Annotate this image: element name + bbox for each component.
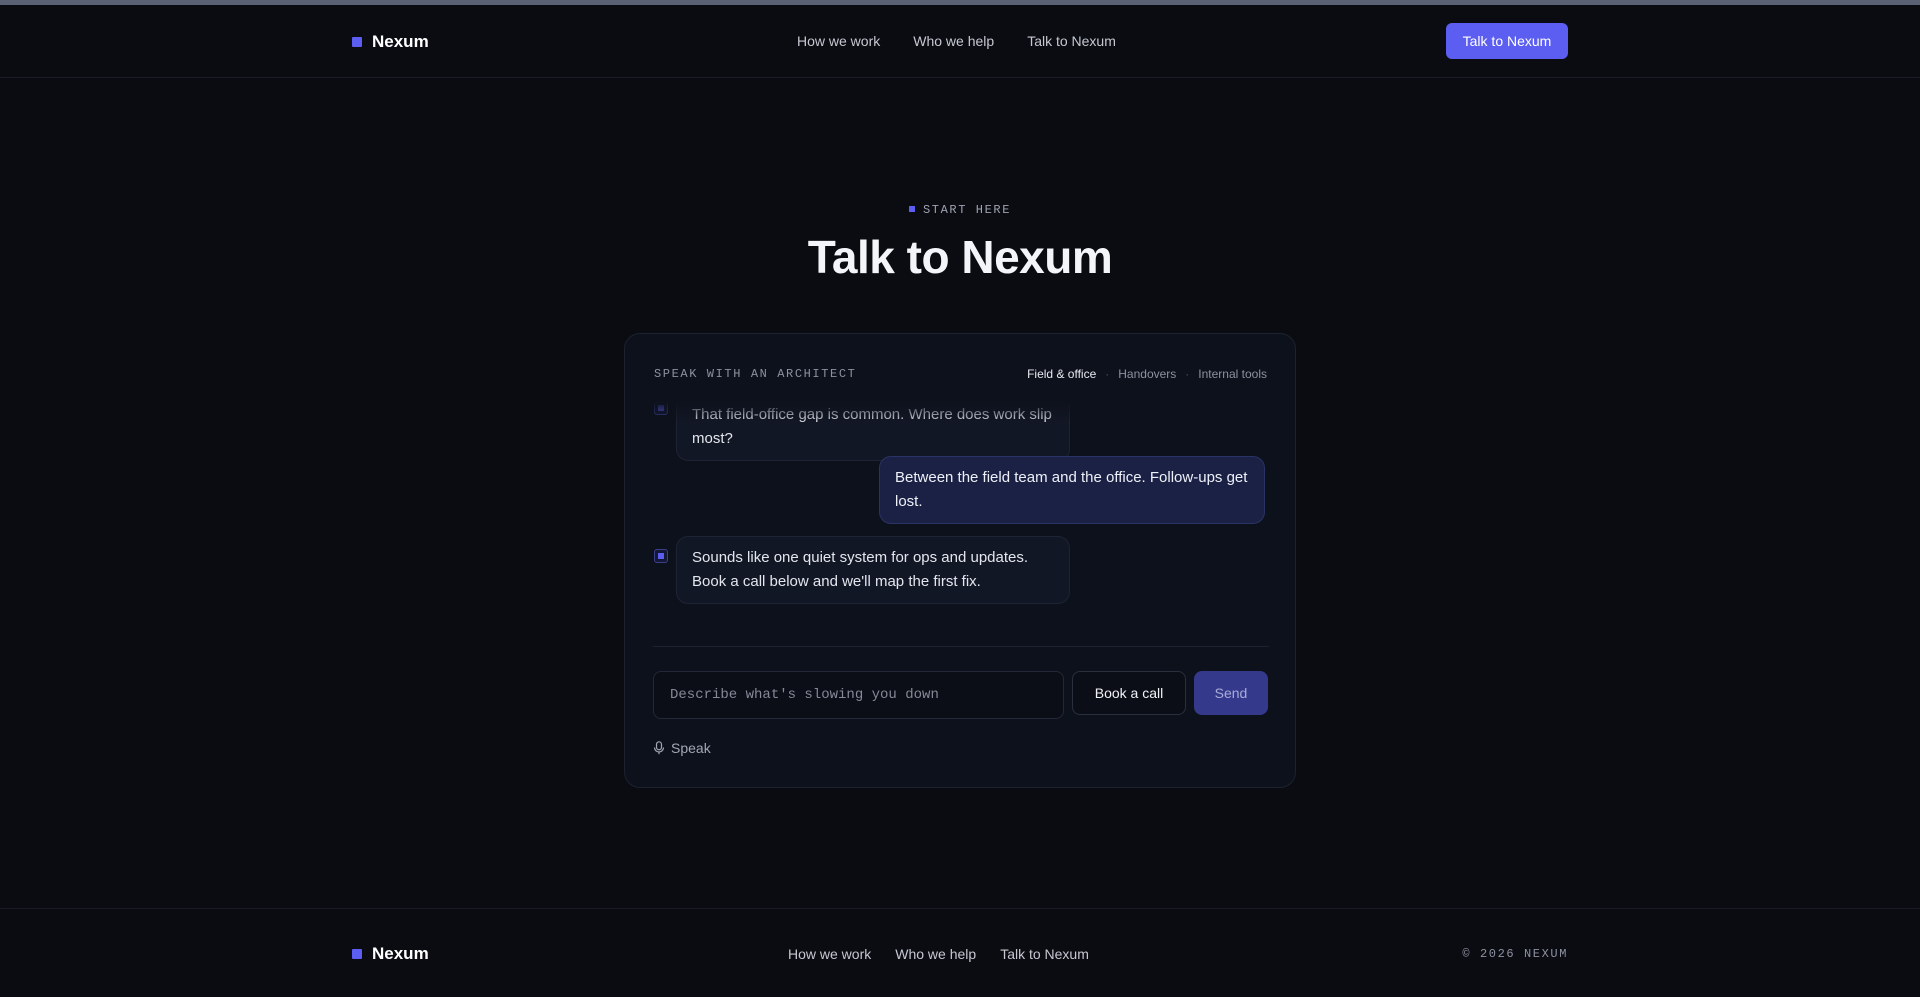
- chat-messages[interactable]: That field-office gap is common. Where d…: [653, 401, 1269, 632]
- topic-tabs: Field & office · Handovers · Internal to…: [1027, 367, 1267, 381]
- logo-square-icon: [352, 949, 362, 959]
- footer-nav: How we work Who we help Talk to Nexum: [788, 946, 1089, 962]
- chat-card-label: SPEAK WITH AN ARCHITECT: [654, 367, 857, 381]
- assistant-avatar-icon: [654, 549, 668, 563]
- footer-nav-who-we-help[interactable]: Who we help: [895, 946, 976, 962]
- header-cta-button[interactable]: Talk to Nexum: [1446, 23, 1568, 59]
- chat-card: SPEAK WITH AN ARCHITECT Field & office ·…: [624, 333, 1296, 788]
- topic-field-office[interactable]: Field & office: [1027, 367, 1096, 381]
- chat-input[interactable]: [653, 671, 1064, 719]
- user-message: Between the field team and the office. F…: [879, 456, 1265, 524]
- brand-logo[interactable]: Nexum: [352, 32, 429, 52]
- hero-eyebrow: START HERE: [0, 203, 1920, 217]
- topic-handovers[interactable]: Handovers: [1118, 367, 1176, 381]
- book-call-button[interactable]: Book a call: [1072, 671, 1186, 715]
- page-title: Talk to Nexum: [807, 231, 1113, 283]
- brand-name: Nexum: [372, 32, 429, 51]
- nav-who-we-help[interactable]: Who we help: [913, 33, 994, 49]
- nav-how-we-work[interactable]: How we work: [797, 33, 880, 49]
- microphone-icon: [653, 741, 665, 755]
- brand-name: Nexum: [372, 944, 429, 963]
- chat-divider: [653, 646, 1269, 647]
- topic-separator: ·: [1105, 367, 1110, 381]
- speak-label: Speak: [671, 740, 711, 756]
- nav-talk-to-nexum[interactable]: Talk to Nexum: [1027, 33, 1116, 49]
- assistant-message: Sounds like one quiet system for ops and…: [676, 536, 1070, 604]
- copyright: © 2026 NEXUM: [1462, 947, 1568, 961]
- site-header: Nexum How we work Who we help Talk to Ne…: [0, 5, 1920, 78]
- eyebrow-text: START HERE: [922, 203, 1011, 217]
- footer-nav-how-we-work[interactable]: How we work: [788, 946, 871, 962]
- topic-separator: ·: [1185, 367, 1190, 381]
- topic-internal-tools[interactable]: Internal tools: [1198, 367, 1267, 381]
- header-nav: How we work Who we help Talk to Nexum: [797, 33, 1116, 49]
- logo-square-icon: [352, 37, 362, 47]
- site-footer: Nexum How we work Who we help Talk to Ne…: [0, 908, 1920, 997]
- send-button[interactable]: Send: [1194, 671, 1268, 715]
- eyebrow-square-icon: [908, 205, 915, 212]
- footer-brand-logo[interactable]: Nexum: [352, 944, 429, 964]
- speak-button[interactable]: Speak: [653, 740, 711, 756]
- messages-fade: [653, 401, 1269, 423]
- footer-nav-talk-to-nexum[interactable]: Talk to Nexum: [1000, 946, 1089, 962]
